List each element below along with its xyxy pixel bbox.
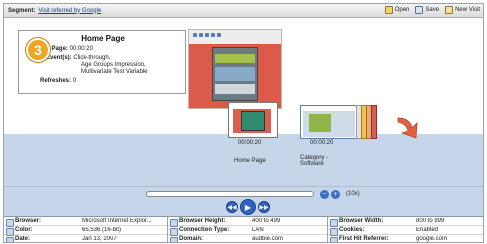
save-button[interactable]: Save [415, 6, 439, 14]
save-label: Save [425, 7, 440, 13]
playback-buttons: ◀◀ ▶ ▶▶ [226, 199, 270, 215]
property-row: Browser Height: 400 to 499 [168, 217, 327, 227]
property-key: Color: [4, 227, 80, 236]
properties-column-1: Browser: Microsoft Internet Explor... Col… [4, 217, 168, 242]
property-key: Connection Type: [168, 227, 250, 236]
timeline-slider[interactable] [146, 191, 314, 197]
new-visit-button[interactable]: New Visit [445, 6, 480, 14]
events-row: Event(s): Click-through, [46, 55, 110, 61]
properties-column-3: Browser Width: 800 to 899 Cookies: Enabled… [328, 217, 483, 242]
properties-column-2: Browser Height: 400 to 499 Connection Typ… [168, 217, 328, 242]
property-key: Cookies: [328, 227, 414, 236]
property-row: Browser: Microsoft Internet Explor... [4, 217, 167, 227]
segment-label: Segment: [8, 7, 36, 14]
timeline-label-2: Category - Software [300, 155, 329, 167]
property-value: Enabled [416, 227, 439, 233]
refreshes-row: Refreshes: 0 [40, 78, 76, 84]
events-line-2: Age Groups Impression, [81, 62, 146, 68]
timeline-time-1: 00:00:20 [238, 140, 262, 146]
property-row: Domain: audbie.com [168, 235, 327, 242]
timeline-thumbnail-home[interactable] [228, 102, 278, 138]
toolbar-actions: Open Save New Visit [384, 6, 480, 14]
refreshes-value: 0 [72, 78, 77, 84]
time-on-page-value: 00:00:20 [69, 46, 93, 52]
play-button[interactable]: ▶ [240, 199, 256, 215]
property-value: 65,536 (16-bit) [82, 227, 122, 233]
property-row: Connection Type: LAN [168, 226, 327, 236]
new-visit-label: New Visit [455, 7, 480, 13]
previous-button[interactable]: ◀◀ [226, 201, 238, 213]
events-label: Event(s): [46, 55, 72, 61]
property-value: audbie.com [252, 236, 284, 242]
property-row: Date: Jan 13, 2007 [4, 235, 167, 242]
property-value: Microsoft Internet Explor... [82, 218, 152, 224]
folder-icon [384, 6, 393, 14]
next-page-arrow-icon [397, 117, 418, 139]
next-button[interactable]: ▶▶ [258, 201, 270, 213]
timeline-thumbnail-category[interactable] [300, 105, 358, 139]
property-key: Browser: [4, 218, 80, 227]
page-screenshot [212, 47, 258, 101]
preview-toolbar-icons [193, 33, 221, 37]
zoom-level: (10x) [346, 191, 360, 197]
property-key: Browser Width: [328, 218, 414, 227]
segment-link[interactable]: Visit referred by Google [38, 8, 101, 14]
events-line-1: Click-through, [73, 55, 111, 61]
property-key: Domain: [168, 236, 250, 242]
timeline-time-2: 00:00:20 [310, 140, 334, 146]
zoom-out-button[interactable]: − [320, 190, 329, 199]
property-value: LAN [252, 227, 264, 233]
visit-properties-table: Browser: Microsoft Internet Explor... Col… [4, 216, 483, 242]
toolbar: Segment: Visit referred by Google Open S… [4, 4, 483, 18]
new-visit-icon [445, 6, 454, 14]
timeline-label-1: Home Page [234, 158, 266, 164]
zoom-in-button[interactable]: + [331, 190, 340, 199]
page-preview[interactable] [188, 29, 282, 109]
property-key: First Hit Referrer: [328, 236, 414, 242]
open-label: Open [394, 7, 410, 13]
property-row: Color: 65,536 (16-bit) [4, 226, 167, 236]
playback-controls: − + (10x) ◀◀ ▶ ▶▶ [4, 186, 483, 216]
property-value: 400 to 499 [252, 218, 281, 224]
step-number-badge: 3 [26, 38, 50, 62]
property-value: 800 to 899 [416, 218, 445, 224]
property-value: Jan 13, 2007 [82, 236, 117, 242]
open-button[interactable]: Open [384, 6, 410, 14]
property-row: First Hit Referrer: google.com [328, 235, 483, 242]
property-key: Browser Height: [168, 218, 250, 227]
property-key: Date: [4, 236, 80, 242]
save-icon [415, 6, 424, 14]
stacked-page [371, 105, 377, 139]
visit-replay-window: Segment: Visit referred by Google Open S… [3, 3, 484, 243]
property-row: Cookies: Enabled [328, 226, 483, 236]
events-line-3: Multivariate Test Variable [81, 69, 148, 75]
property-row: Browser Width: 800 to 899 [328, 217, 483, 227]
property-value: google.com [416, 236, 448, 242]
refreshes-label: Refreshes: [40, 78, 72, 84]
